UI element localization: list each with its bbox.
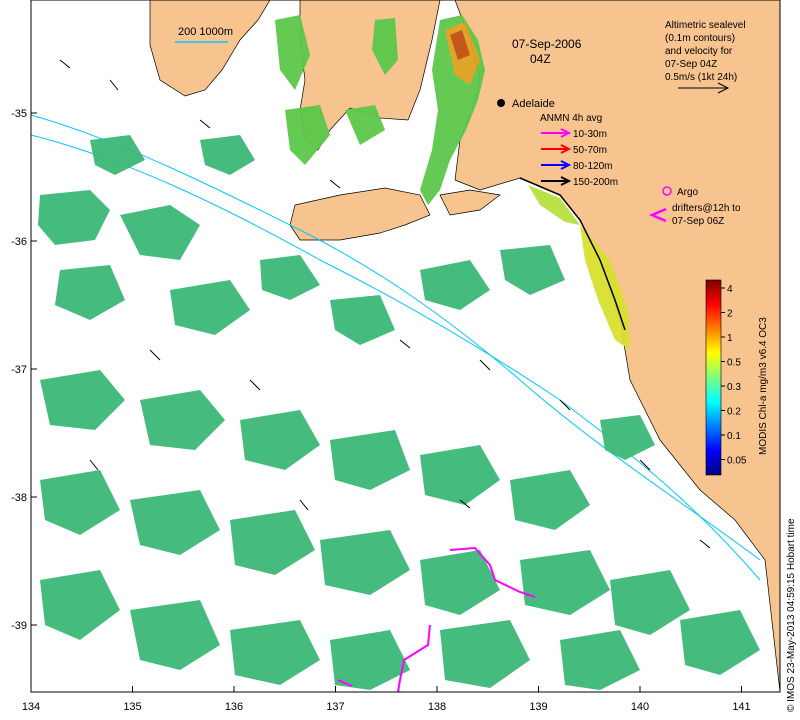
colorbar-tick-label: 0.1 xyxy=(727,431,741,442)
y-tick-label: -39 xyxy=(11,620,27,632)
satellite-chlorophyll-map: Adelaide 200 1000m 07-Sep-2006 04Z Altim… xyxy=(11,0,797,713)
x-tick-label: 137 xyxy=(326,701,344,713)
colorbar-tick-label: 0.2 xyxy=(727,407,741,418)
altimetry-line: 0.5m/s (1kt 24h) xyxy=(665,72,737,83)
colorbar-tick-label: 0.3 xyxy=(727,382,741,393)
anmn-label: 10-30m xyxy=(573,129,607,140)
scale-bar-label: 200 1000m xyxy=(178,26,233,38)
anmn-label: 150-200m xyxy=(573,177,618,188)
x-tick-label: 138 xyxy=(428,701,446,713)
colorbar-title: MODIS Chl-a mg/m3 v6.4 OC3 xyxy=(758,317,769,455)
x-tick-label: 134 xyxy=(22,701,40,713)
altimetry-line: 07-Sep 04Z xyxy=(665,59,717,70)
altimetry-line: (0.1m contours) xyxy=(665,33,735,44)
anmn-label: 80-120m xyxy=(573,161,612,172)
drifter-label: 07-Sep 06Z xyxy=(672,216,724,227)
x-tick-label: 139 xyxy=(529,701,547,713)
date-label: 07-Sep-2006 xyxy=(512,37,582,51)
x-tick-label: 136 xyxy=(225,701,243,713)
drifter-label: drifters@12h to xyxy=(672,203,741,214)
city-label: Adelaide xyxy=(512,98,555,110)
x-tick-label: 141 xyxy=(732,701,750,713)
anmn-label: 50-70m xyxy=(573,145,607,156)
anmn-title: ANMN 4h avg xyxy=(540,113,602,124)
y-tick-label: -36 xyxy=(11,236,27,248)
credit: © IMOS 23-May-2013 04:59:15 Hobart time xyxy=(786,518,797,712)
y-tick-label: -38 xyxy=(11,492,27,504)
colorbar-tick-label: 0.5 xyxy=(727,358,741,369)
y-tick-label: -35 xyxy=(11,108,27,120)
colorbar-tick-label: 0.05 xyxy=(727,456,747,467)
argo-label: Argo xyxy=(677,187,699,198)
time-label: 04Z xyxy=(530,52,551,66)
colorbar-tick-label: 1 xyxy=(727,333,733,344)
colorbar-tick-label: 4 xyxy=(727,284,733,295)
colorbar-tick-label: 2 xyxy=(727,309,733,320)
x-tick-label: 140 xyxy=(631,701,649,713)
altimetry-line: and velocity for xyxy=(665,46,733,57)
colorbar-gradient xyxy=(705,279,722,476)
y-tick-label: -37 xyxy=(11,364,27,376)
altimetry-line: Altimetric sealevel xyxy=(665,20,746,31)
x-tick-label: 135 xyxy=(123,701,141,713)
adelaide-marker xyxy=(497,99,505,107)
